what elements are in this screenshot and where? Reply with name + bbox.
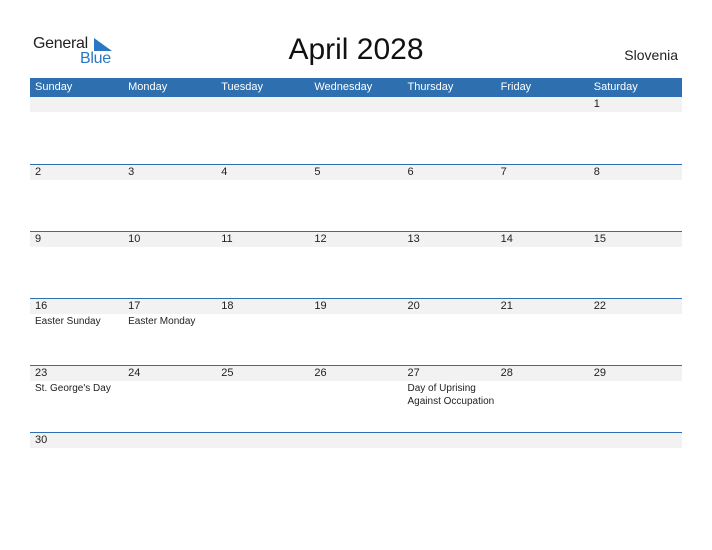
holiday-label: Easter Monday [128,316,196,327]
day-cell: 4 [216,165,309,231]
calendar-title: April 2028 [288,33,424,66]
day-cell: 26 [309,366,402,432]
day-cell [403,97,496,164]
day-cell [216,433,309,499]
day-cell: 17 Easter Monday [123,299,216,365]
weekday-monday: Monday [128,81,168,93]
day-number: 14 [500,233,513,245]
day-number: 9 [35,233,42,245]
day-cell [309,433,402,499]
day-cell [309,97,402,164]
day-number: 6 [407,166,414,178]
weekday-header: Sunday Monday Tuesday Wednesday Thursday… [30,78,682,97]
week-row: 1 [30,97,682,164]
day-number: 3 [128,166,135,178]
country-label: Slovenia [624,47,678,63]
day-cell: 22 [589,299,682,365]
day-cell: 6 [403,165,496,231]
day-cell: 12 [309,232,402,298]
day-cell: 16 Easter Sunday [30,299,123,365]
day-cell [403,433,496,499]
day-cell: 15 [589,232,682,298]
week-row: 23 St. George's Day 24 25 26 27 Day of Uprisin… [30,365,682,432]
day-cell: 7 [496,165,589,231]
day-cell: 8 [589,165,682,231]
day-number: 18 [221,300,234,312]
day-cell: 10 [123,232,216,298]
day-number: 1 [593,98,600,110]
day-cell: 3 [123,165,216,231]
week-row: 2 3 4 5 6 7 8 [30,164,682,231]
day-number: 22 [593,300,606,312]
day-cell [496,433,589,499]
day-cell [589,433,682,499]
week-row: 30 [30,432,682,499]
day-number: 15 [593,233,606,245]
day-cell: 21 [496,299,589,365]
weekday-friday: Friday [500,81,532,93]
day-number: 16 [35,300,48,312]
day-cell: 14 [496,232,589,298]
day-number: 20 [407,300,420,312]
day-number: 10 [128,233,141,245]
day-cell [216,97,309,164]
calendar-grid: Sunday Monday Tuesday Wednesday Thursday… [30,78,682,499]
week-row: 9 10 11 12 13 14 15 [30,231,682,298]
day-number: 7 [500,166,507,178]
day-cell: 29 [589,366,682,432]
day-number: 25 [221,367,234,379]
day-cell [30,97,123,164]
weekday-saturday: Saturday [593,81,638,93]
weekday-sunday: Sunday [35,81,73,93]
day-number: 17 [128,300,141,312]
day-cell: 27 Day of Uprising Against Occupation [403,366,496,432]
day-cell: 20 [403,299,496,365]
day-number: 30 [35,434,48,446]
holiday-label: Easter Sunday [35,316,101,327]
day-cell: 24 [123,366,216,432]
weekday-wednesday: Wednesday [314,81,373,93]
day-cell: 11 [216,232,309,298]
day-number: 27 [407,367,420,379]
day-number: 21 [500,300,513,312]
day-cell: 5 [309,165,402,231]
day-number: 12 [314,233,327,245]
day-cell: 30 [30,433,123,499]
day-number: 13 [407,233,420,245]
day-number: 24 [128,367,141,379]
day-number: 28 [500,367,513,379]
day-cell [496,97,589,164]
day-cell: 13 [403,232,496,298]
day-number: 2 [35,166,42,178]
day-number: 8 [593,166,600,178]
day-number: 4 [221,166,228,178]
day-cell: 28 [496,366,589,432]
day-cell [123,433,216,499]
day-cell: 19 [309,299,402,365]
day-cell: 9 [30,232,123,298]
day-cell: 1 [589,97,682,164]
day-number: 26 [314,367,327,379]
day-number: 11 [221,233,233,245]
day-number: 5 [314,166,321,178]
weekday-tuesday: Tuesday [221,81,264,93]
day-cell: 2 [30,165,123,231]
day-cell [123,97,216,164]
holiday-label: Day of Uprising Against Occupation [407,383,495,407]
weekday-thursday: Thursday [407,81,454,93]
day-cell: 25 [216,366,309,432]
week-row: 16 Easter Sunday 17 Easter Monday 18 19 20 21 22 [30,298,682,365]
holiday-label: St. George's Day [35,383,111,394]
day-cell: 23 St. George's Day [30,366,123,432]
day-number: 29 [593,367,606,379]
day-cell: 18 [216,299,309,365]
day-number: 19 [314,300,327,312]
day-number: 23 [35,367,48,379]
